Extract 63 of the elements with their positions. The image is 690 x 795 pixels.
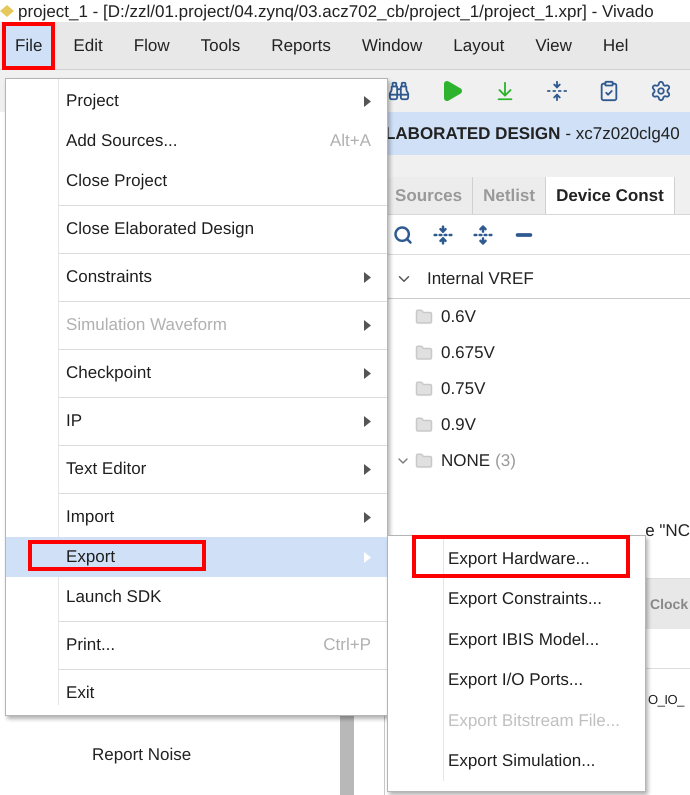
menu-bar-item[interactable]: Flow <box>122 24 181 68</box>
menu-item[interactable]: IP <box>6 401 387 441</box>
item-count: (3) <box>495 450 516 472</box>
menu-item[interactable]: Import <box>6 497 387 537</box>
menu-bar-item[interactable]: Edit <box>62 24 114 68</box>
table-cell-text: O_IO_ <box>648 691 684 710</box>
window-title: project_1 - [D:/zzl/01.project/04.zynq/03.acz702_cb/project_1/project_1.xpr] - Vivado <box>18 2 654 20</box>
tree-item[interactable]: Report Noise <box>92 742 192 768</box>
panel-tab[interactable]: Device Const <box>546 177 675 214</box>
tree-item[interactable]: NONE <box>441 448 490 474</box>
shortcut-text: Alt+A <box>330 130 371 152</box>
submenu-arrow-icon <box>364 320 371 330</box>
submenu-arrow-icon <box>364 96 371 106</box>
expand-all-icon[interactable] <box>473 224 493 244</box>
menu-item[interactable]: Launch SDK <box>6 577 387 617</box>
collapse-all-icon[interactable] <box>433 224 453 244</box>
row-text: e "NC <box>645 520 690 542</box>
submenu-arrow-icon <box>364 512 371 522</box>
menu-item[interactable]: Project <box>6 81 387 121</box>
binoculars-icon[interactable] <box>388 80 410 102</box>
shortcut-text: Ctrl+P <box>323 634 371 656</box>
tree-item[interactable]: Internal VREF <box>427 266 534 292</box>
app-icon <box>0 5 14 17</box>
menu-item[interactable]: Export I/O Ports... <box>388 660 645 700</box>
folder-icon <box>415 380 433 398</box>
tree-item[interactable]: 0.6V <box>441 304 476 330</box>
menu-bar-item[interactable]: Layout <box>442 24 516 68</box>
menu-bar-item[interactable]: View <box>524 24 583 68</box>
menu-item[interactable]: Print... Ctrl+P <box>6 625 387 665</box>
search-icon[interactable] <box>393 224 413 244</box>
submenu-arrow-icon <box>364 272 371 282</box>
menu-item[interactable]: Exit <box>6 673 387 713</box>
submenu-arrow-icon <box>364 552 371 562</box>
menu-item[interactable]: Export Hardware... <box>388 538 645 578</box>
menu-item[interactable]: Close Project <box>6 161 387 201</box>
menu-item[interactable]: Add Sources... Alt+A <box>6 121 387 161</box>
folder-icon <box>415 344 433 362</box>
menu-item[interactable]: Export <box>6 537 387 577</box>
submenu-arrow-icon <box>364 368 371 378</box>
tree-item[interactable]: 0.75V <box>441 376 486 402</box>
menu-bar-item[interactable]: Reports <box>260 24 342 68</box>
part-name: - xc7z020clg40 <box>565 122 680 145</box>
menu-bar-item[interactable]: File <box>4 24 54 68</box>
tree-item[interactable]: 0.675V <box>441 340 495 366</box>
settings-icon[interactable] <box>650 80 672 102</box>
tree-item[interactable]: 0.9V <box>441 412 476 438</box>
submenu-arrow-icon <box>364 464 371 474</box>
menu-bar-item[interactable]: Tools <box>190 24 252 68</box>
menu-item[interactable]: Constraints <box>6 257 387 297</box>
design-title: LABORATED DESIGN <box>385 122 560 145</box>
menu-item[interactable]: Text Editor <box>6 449 387 489</box>
menu-item[interactable]: Export Simulation... <box>388 740 645 781</box>
menu-item[interactable]: Export IBIS Model... <box>388 619 645 660</box>
folder-icon <box>415 452 433 470</box>
submenu-arrow-icon <box>364 416 371 426</box>
folder-icon <box>415 308 433 326</box>
menu-bar-item[interactable]: Hel <box>592 24 640 68</box>
folder-icon <box>415 416 433 434</box>
clipboard-icon[interactable] <box>598 80 620 102</box>
menu-item[interactable]: Export Constraints... <box>388 578 645 619</box>
menu-bar-item[interactable]: Window <box>350 24 434 68</box>
menu-item[interactable]: Checkpoint <box>6 353 387 393</box>
menu-item[interactable]: Close Elaborated Design <box>6 209 387 249</box>
